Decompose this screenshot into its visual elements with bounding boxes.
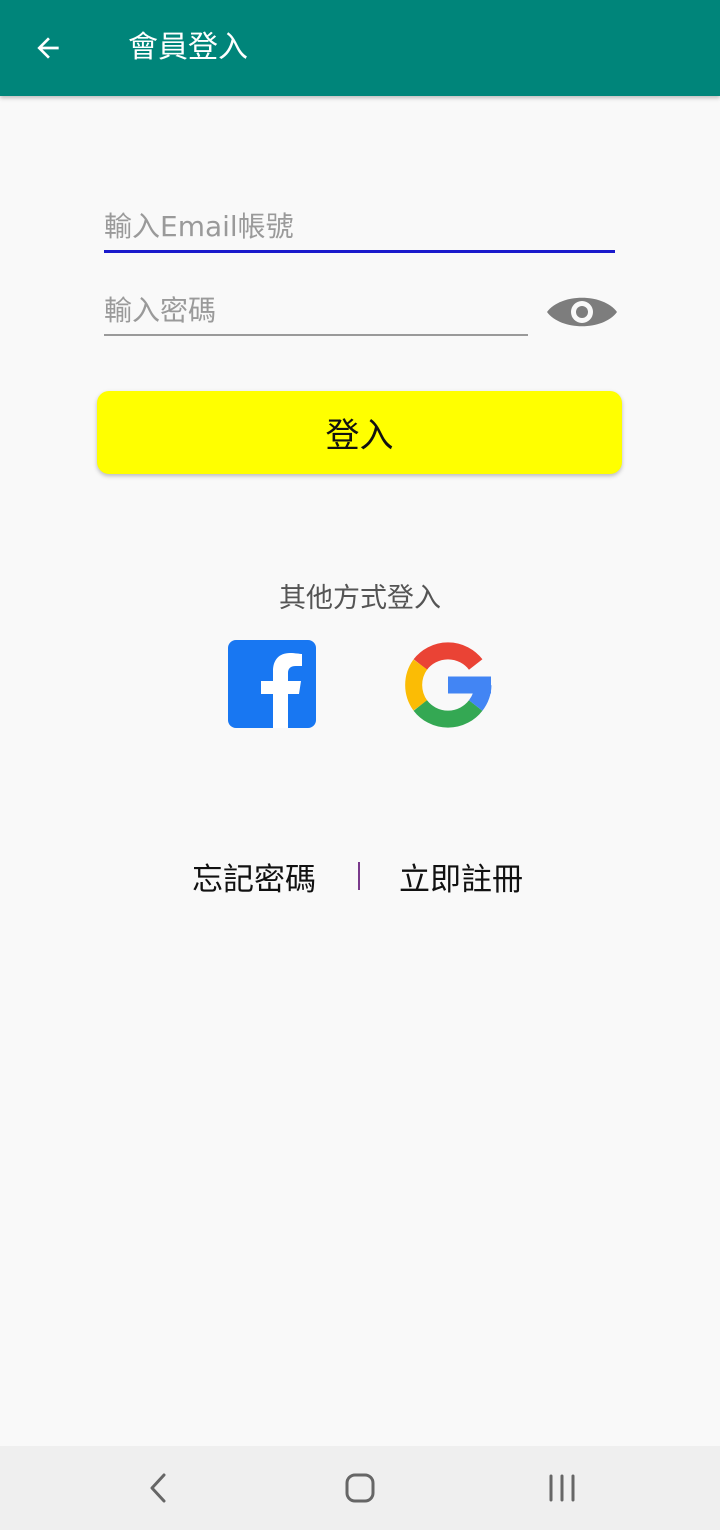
account-links: 忘記密碼 立即註冊: [0, 854, 720, 902]
password-visibility-toggle[interactable]: [544, 290, 620, 334]
nav-recents-button[interactable]: [532, 1464, 592, 1512]
google-login-button[interactable]: [403, 640, 493, 730]
google-icon: [405, 642, 492, 728]
login-button[interactable]: 登入: [97, 391, 622, 474]
app-bar: 會員登入: [0, 0, 720, 96]
recents-nav-icon: [549, 1474, 575, 1502]
register-link[interactable]: 立即註冊: [399, 854, 523, 899]
forgot-password-link[interactable]: 忘記密碼: [192, 854, 316, 899]
arrow-left-icon: [37, 37, 59, 59]
home-nav-icon: [345, 1473, 375, 1503]
link-divider: [358, 862, 360, 890]
eye-icon: [547, 297, 617, 327]
facebook-login-button[interactable]: [228, 640, 316, 728]
email-field-container: [104, 202, 615, 253]
other-login-label: 其他方式登入: [279, 583, 441, 614]
password-input[interactable]: [104, 286, 528, 334]
page-title: 會員登入: [128, 30, 248, 65]
system-nav-bar: [0, 1446, 720, 1530]
password-field-container: [104, 286, 528, 336]
nav-back-button[interactable]: [128, 1464, 188, 1512]
back-button[interactable]: [22, 22, 74, 74]
email-input[interactable]: [104, 202, 615, 250]
nav-home-button[interactable]: [330, 1464, 390, 1512]
back-nav-icon: [150, 1473, 166, 1503]
facebook-icon: [261, 653, 302, 728]
